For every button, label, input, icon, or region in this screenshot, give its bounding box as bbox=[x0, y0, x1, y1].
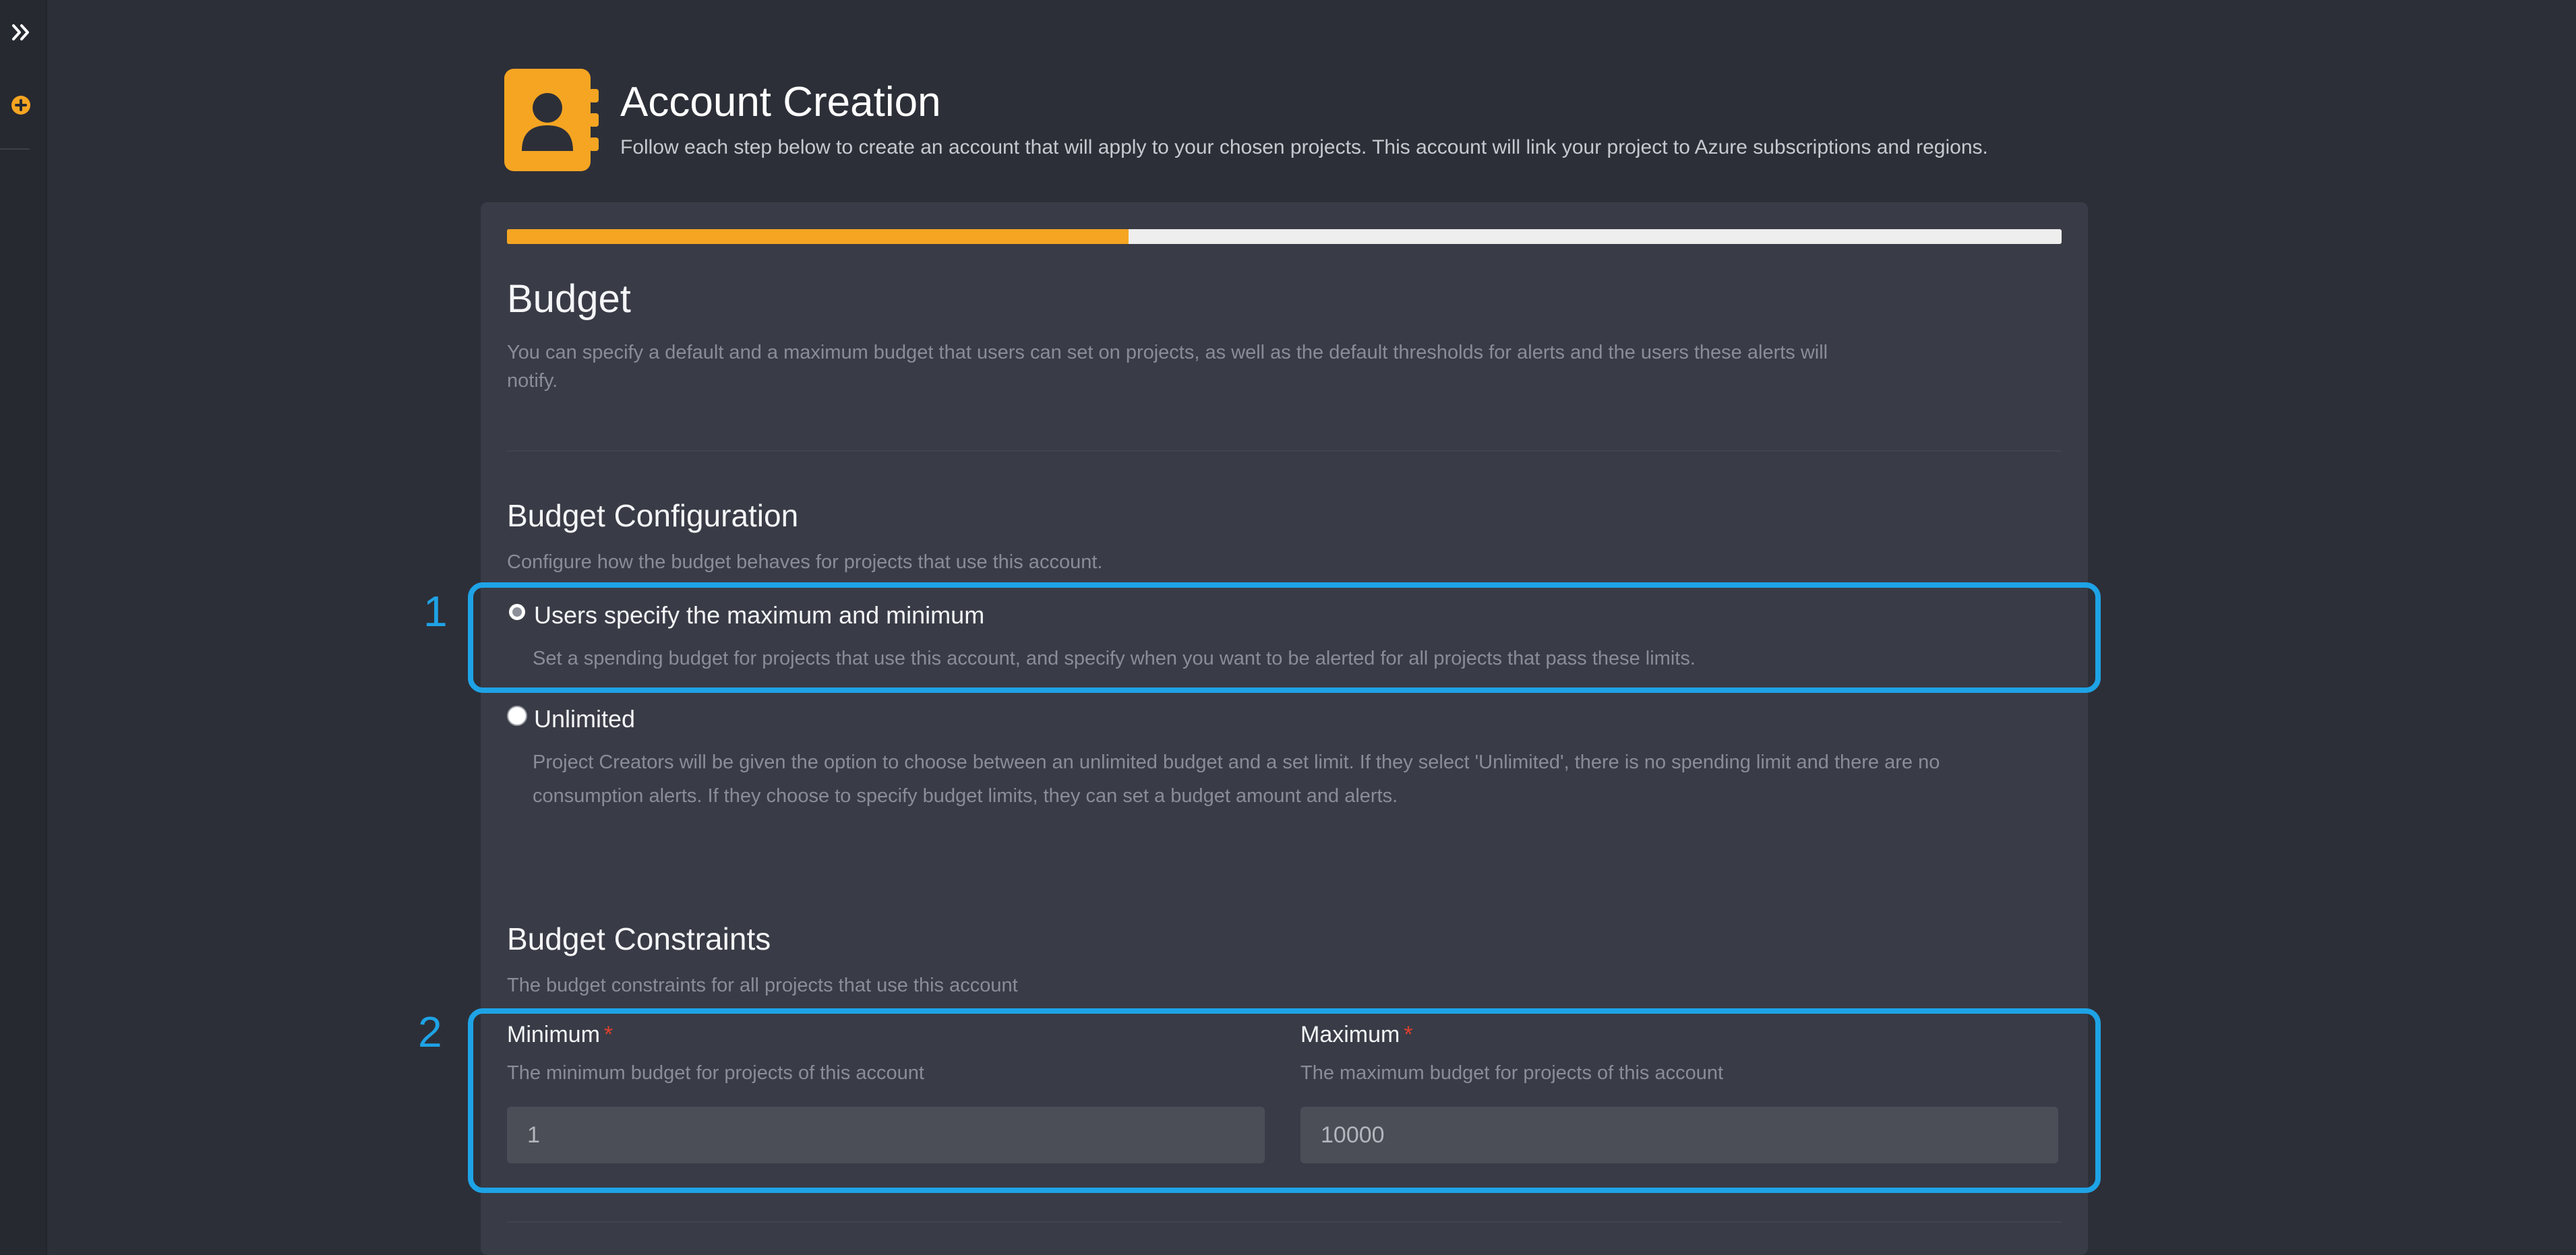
budget-configuration-description: Configure how the budget behaves for pro… bbox=[507, 551, 1103, 573]
annotation-box-1 bbox=[468, 582, 2101, 693]
annotation-box-2 bbox=[468, 1008, 2101, 1193]
annotation-number-1: 1 bbox=[423, 587, 448, 636]
budget-configuration-title: Budget Configuration bbox=[507, 498, 799, 533]
sidebar bbox=[0, 0, 47, 1255]
annotation-number-2: 2 bbox=[418, 1008, 442, 1056]
section-description-budget: You can specify a default and a maximum … bbox=[507, 342, 1828, 392]
double-chevron-right-icon[interactable] bbox=[9, 20, 34, 44]
budget-constraints-description: The budget constraints for all projects … bbox=[507, 975, 1018, 996]
address-book-icon bbox=[504, 69, 599, 171]
plus-circle-icon[interactable] bbox=[10, 94, 32, 116]
budget-constraints-title: Budget Constraints bbox=[507, 921, 771, 956]
section-divider bbox=[507, 1221, 2062, 1223]
sidebar-divider bbox=[0, 148, 30, 150]
progress-fill bbox=[507, 229, 1129, 244]
radio-unlimited[interactable] bbox=[507, 706, 527, 726]
option-description-unlimited: Project Creators will be given the optio… bbox=[533, 752, 1940, 807]
section-title-budget: Budget bbox=[507, 277, 631, 321]
option-label-unlimited[interactable]: Unlimited bbox=[534, 705, 635, 733]
progress-bar bbox=[507, 229, 2062, 244]
page-title: Account Creation bbox=[620, 79, 941, 125]
page-subtitle: Follow each step below to create an acco… bbox=[620, 136, 1988, 158]
section-divider bbox=[507, 450, 2062, 452]
